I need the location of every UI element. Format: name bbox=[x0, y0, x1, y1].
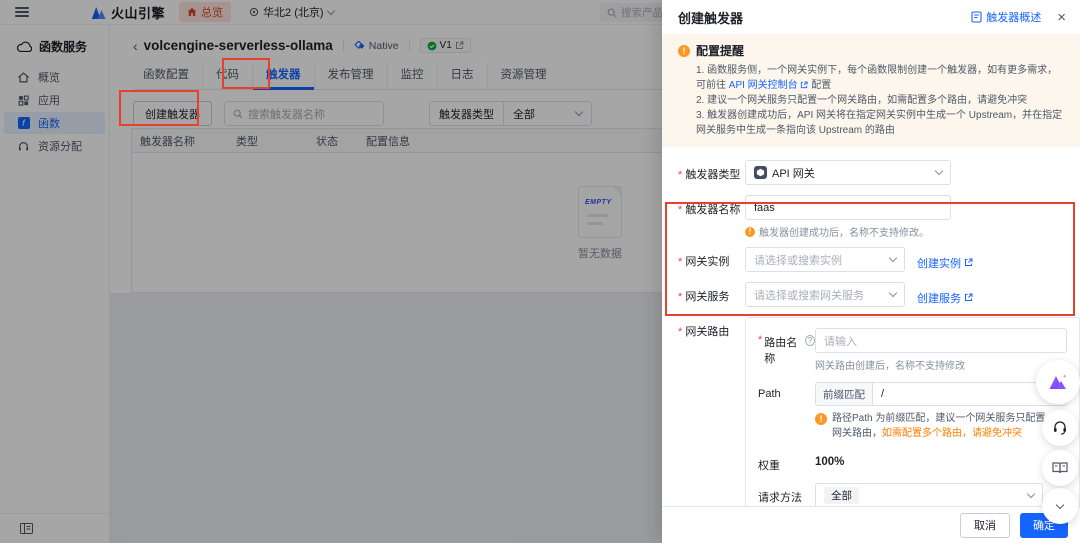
notice-title: 配置提醒 bbox=[696, 44, 745, 58]
ai-assistant-button[interactable] bbox=[1036, 360, 1080, 404]
trigger-type-value: API 网关 bbox=[772, 167, 815, 180]
question-circle-icon[interactable]: ? bbox=[805, 335, 815, 346]
notice-line-1: 1. 函数服务侧，一个网关实例下，每个函数限制创建一个触发器，如有更多需求，可前… bbox=[696, 65, 1058, 91]
warning-icon: ! bbox=[815, 413, 827, 425]
path-match-prefix: 前缀匹配 bbox=[816, 383, 873, 405]
chevron-down-icon bbox=[888, 288, 898, 298]
trigger-type-select[interactable]: API 网关 bbox=[745, 160, 951, 185]
field-trigger-type: 触发器类型 API 网关 bbox=[678, 160, 1064, 185]
chevron-down-icon bbox=[934, 166, 944, 176]
support-button[interactable] bbox=[1042, 410, 1078, 446]
field-label: 请求方法 bbox=[758, 492, 802, 504]
document-icon bbox=[971, 11, 982, 23]
route-name-placeholder: 请输入 bbox=[824, 335, 857, 348]
weight-value: 100% bbox=[815, 456, 845, 468]
field-gateway-route: 网关路由 路由名称 ? 请输入 bbox=[678, 317, 1080, 506]
chevron-down-icon bbox=[888, 253, 898, 263]
request-method-select[interactable]: 全部 bbox=[815, 483, 1043, 506]
gateway-route-group: 路由名称 ? 请输入 网关路由创建后，名称不支持修改 bbox=[745, 317, 1080, 506]
config-notice: ! 配置提醒 1. 函数服务侧，一个网关实例下，每个函数限制创建一个触发器，如有… bbox=[662, 34, 1080, 147]
field-path: Path 前缀匹配 / ! 路径Path 为前缀匹配，建议一个网关服务只配置一个… bbox=[758, 382, 1067, 441]
warning-icon: ! bbox=[745, 226, 755, 237]
field-trigger-name: 触发器名称 faas ! 触发器创建成功后，名称不支持修改。 bbox=[678, 195, 1064, 239]
docs-button[interactable] bbox=[1042, 450, 1078, 486]
drawer-footer: 取消 确定 bbox=[662, 506, 1080, 543]
path-input[interactable]: 前缀匹配 / bbox=[815, 382, 1067, 406]
field-label: 网关实例 bbox=[678, 247, 745, 272]
chevron-down-icon bbox=[1026, 489, 1036, 499]
create-service-link[interactable]: 创建服务 bbox=[917, 282, 973, 307]
close-icon[interactable]: × bbox=[1057, 10, 1066, 25]
warning-icon: ! bbox=[678, 44, 690, 57]
screen: 火山引擎 总览 华北2 (北京) 搜索产品或文 函数服务 概览 应用 f 函数 … bbox=[0, 0, 1080, 543]
path-warning: ! 路径Path 为前缀匹配，建议一个网关服务只配置一个网关路由，如需配置多个路… bbox=[815, 411, 1067, 441]
cancel-button[interactable]: 取消 bbox=[960, 512, 1010, 538]
drawer-body: ! 配置提醒 1. 函数服务侧，一个网关实例下，每个函数限制创建一个触发器，如有… bbox=[662, 34, 1080, 506]
gateway-service-select[interactable]: 请选择或搜索网关服务 bbox=[745, 282, 905, 307]
trigger-form: 触发器类型 API 网关 触发器名称 bbox=[662, 147, 1080, 506]
notice-line-2: 2. 建议一个网关服务只配置一个网关路由，如需配置多个路由，请避免冲突 bbox=[696, 95, 1028, 106]
field-route-name: 路由名称 ? 请输入 网关路由创建后，名称不支持修改 bbox=[758, 328, 1067, 372]
create-trigger-drawer: 创建触发器 触发器概述 × ! 配置提醒 1. 函数服务侧，一个网关实例下，每个… bbox=[662, 0, 1080, 543]
route-name-hint: 网关路由创建后，名称不支持修改 bbox=[815, 361, 965, 372]
external-link-icon bbox=[965, 293, 973, 301]
drawer-title: 创建触发器 bbox=[678, 10, 744, 26]
field-label: Path bbox=[758, 388, 781, 400]
collapse-widgets-button[interactable] bbox=[1042, 488, 1078, 524]
headset-icon bbox=[1054, 421, 1066, 435]
notice-line-3: 3. 触发器创建成功后，API 网关将在指定网关实例中生成一个 Upstream… bbox=[696, 110, 1063, 136]
ai-mountain-icon bbox=[1049, 374, 1067, 389]
field-gateway-instance: 网关实例 请选择或搜索实例 创建实例 bbox=[678, 247, 1064, 272]
field-label: 触发器名称 bbox=[678, 195, 745, 239]
field-label: 权重 bbox=[758, 460, 780, 472]
route-name-input[interactable]: 请输入 bbox=[815, 328, 1067, 353]
field-weight: 权重 100% bbox=[758, 451, 1067, 473]
field-label: 网关服务 bbox=[678, 282, 745, 307]
open-book-icon bbox=[1052, 462, 1068, 474]
field-label: 网关路由 bbox=[678, 317, 745, 506]
field-label: 路由名称 ? bbox=[758, 328, 815, 372]
api-gateway-icon bbox=[754, 166, 767, 179]
method-tag: 全部 bbox=[824, 487, 859, 504]
trigger-overview-label: 触发器概述 bbox=[986, 12, 1042, 24]
gateway-instance-select[interactable]: 请选择或搜索实例 bbox=[745, 247, 905, 272]
gateway-instance-placeholder: 请选择或搜索实例 bbox=[754, 254, 842, 267]
external-link-icon bbox=[801, 81, 809, 89]
trigger-name-hint: ! 触发器创建成功后，名称不支持修改。 bbox=[745, 224, 1064, 239]
drawer-header: 创建触发器 触发器概述 × bbox=[662, 0, 1080, 34]
gateway-service-placeholder: 请选择或搜索网关服务 bbox=[754, 289, 864, 302]
api-gateway-console-link[interactable]: API 网关控制台 bbox=[729, 80, 798, 91]
field-label: 触发器类型 bbox=[678, 160, 745, 185]
create-instance-link[interactable]: 创建实例 bbox=[917, 247, 973, 272]
field-gateway-service: 网关服务 请选择或搜索网关服务 创建服务 bbox=[678, 282, 1064, 307]
path-warning-emphasis: 如需配置多个路由，请避免冲突 bbox=[882, 428, 1022, 439]
trigger-name-value: faas bbox=[754, 201, 775, 214]
trigger-name-input[interactable]: faas bbox=[745, 195, 951, 220]
chevron-down-icon bbox=[1055, 500, 1065, 509]
external-link-icon bbox=[965, 258, 973, 266]
field-method: 请求方法 全部 bbox=[758, 483, 1067, 506]
trigger-overview-link[interactable]: 触发器概述 bbox=[971, 9, 1041, 25]
